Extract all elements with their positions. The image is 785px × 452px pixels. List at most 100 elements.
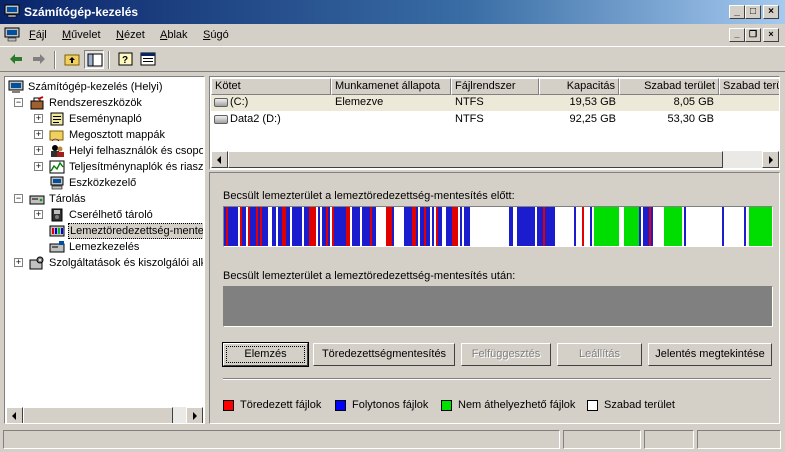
- disk-map-segment: [374, 207, 376, 246]
- disk-map-segment: [298, 207, 300, 246]
- disk-map-segment: [260, 207, 262, 246]
- expand-toggle[interactable]: +: [34, 162, 43, 171]
- tree-item-computer-management[interactable]: Számítógép-kezelés (Helyi): [8, 79, 203, 95]
- console-tree[interactable]: Számítógép-kezelés (Helyi) − Rendszeresz…: [4, 76, 205, 424]
- legend-label: Nem áthelyezhető fájlok: [458, 399, 576, 411]
- title-bar[interactable]: Számítógép-kezelés _ □ ×: [0, 0, 785, 24]
- volume-row-c[interactable]: (C:) Elemezve NTFS 19,53 GB 8,05 GB: [211, 95, 779, 111]
- tree-item-device-manager[interactable]: Eszközkezelő: [49, 175, 203, 191]
- column-header-capacity[interactable]: Kapacitás: [539, 78, 619, 95]
- tree-item-performance-logs[interactable]: Teljesítménynaplók és riasztás: [49, 159, 203, 175]
- forward-button[interactable]: [29, 50, 49, 69]
- disk-map-segment: [264, 207, 266, 246]
- tree-item-local-users[interactable]: Helyi felhasználók és csoporto: [49, 143, 203, 159]
- arrow-right-icon: [769, 156, 773, 164]
- disk-map-segment: [452, 207, 454, 246]
- status-pane: [644, 430, 694, 449]
- child-window-icon[interactable]: [4, 27, 20, 42]
- minimize-button[interactable]: _: [729, 5, 745, 19]
- show-hide-tree-button[interactable]: [84, 50, 104, 69]
- disk-map-segment: [340, 207, 342, 246]
- disk-map-segment: [338, 207, 340, 246]
- disk-map-segment: [304, 207, 306, 246]
- volume-row-d[interactable]: Data2 (D:) NTFS 92,25 GB 53,30 GB: [211, 112, 779, 128]
- scrollbar-thumb[interactable]: [228, 151, 723, 168]
- tree-item-event-viewer[interactable]: Eseménynapló: [49, 111, 203, 127]
- scroll-right-button[interactable]: [186, 407, 203, 423]
- up-one-level-button[interactable]: [62, 50, 82, 69]
- expand-toggle[interactable]: +: [34, 114, 43, 123]
- disk-map-segment: [248, 207, 250, 246]
- menu-help[interactable]: Súgó: [203, 29, 229, 41]
- toolbar: ?: [0, 46, 785, 72]
- disk-map-segment: [684, 207, 686, 246]
- disk-map-segment: [318, 207, 320, 246]
- computer-icon: [8, 80, 24, 93]
- help-button[interactable]: ?: [116, 50, 136, 69]
- expand-toggle[interactable]: +: [14, 258, 23, 267]
- disk-map-segment: [228, 207, 230, 246]
- child-minimize-button[interactable]: _: [729, 28, 745, 42]
- close-button[interactable]: ×: [763, 5, 779, 19]
- disk-map-segment: [525, 207, 527, 246]
- tree-item-disk-defragmenter[interactable]: Lemeztöredezettség-mentesítő: [49, 223, 203, 239]
- tree-item-system-tools[interactable]: Rendszereszközök: [29, 95, 203, 111]
- arrow-right-icon: [193, 412, 197, 420]
- volume-horizontal-scrollbar[interactable]: [211, 151, 779, 168]
- disk-map-segment: [547, 207, 549, 246]
- menu-file[interactable]: Fájl: [29, 29, 47, 41]
- back-button[interactable]: [6, 50, 26, 69]
- column-header-session-status[interactable]: Munkamenet állapota: [331, 78, 451, 95]
- tree-item-shared-folders[interactable]: Megosztott mappák: [49, 127, 203, 143]
- menu-view[interactable]: Nézet: [116, 29, 145, 41]
- toolbar-separator: [54, 51, 56, 69]
- column-header-volume[interactable]: Kötet: [211, 78, 331, 95]
- collapse-toggle[interactable]: −: [14, 98, 23, 107]
- disk-map-segment: [523, 207, 525, 246]
- scroll-right-button[interactable]: [762, 151, 779, 168]
- disk-map-segment: [643, 207, 645, 246]
- analyze-button[interactable]: Elemzés: [222, 342, 309, 367]
- volume-list[interactable]: Kötet Munkamenet állapota Fájlrendszer K…: [209, 76, 780, 170]
- column-header-free-space[interactable]: Szabad terület: [619, 78, 719, 95]
- stop-button[interactable]: Leállítás: [557, 343, 642, 366]
- child-close-button[interactable]: ×: [763, 28, 779, 42]
- before-label: Becsült lemezterület a lemeztöredezettsé…: [223, 190, 515, 202]
- menu-action[interactable]: Művelet: [62, 29, 101, 41]
- scrollbar-thumb[interactable]: [23, 407, 173, 423]
- scroll-left-button[interactable]: [211, 151, 228, 168]
- maximize-button[interactable]: □: [745, 5, 761, 19]
- volume-filesystem: NTFS: [455, 96, 484, 108]
- expand-toggle[interactable]: +: [34, 130, 43, 139]
- tree-item-storage[interactable]: Tárolás: [29, 191, 203, 207]
- expand-toggle[interactable]: +: [34, 146, 43, 155]
- disk-map-segment: [254, 207, 256, 246]
- volume-name: (C:): [230, 96, 249, 108]
- menu-bar: Fájl Művelet Nézet Ablak Súgó _ ❐ ×: [0, 24, 785, 46]
- defragment-button[interactable]: Töredezettségmentesítés: [313, 343, 455, 366]
- expand-toggle[interactable]: +: [34, 210, 43, 219]
- column-header-file-system[interactable]: Fájlrendszer: [451, 78, 539, 95]
- toolbar-separator: [108, 51, 110, 69]
- properties-button[interactable]: [138, 50, 158, 69]
- pause-button[interactable]: Felfüggesztés: [461, 343, 551, 366]
- scroll-left-button[interactable]: [6, 407, 23, 423]
- tree-item-label: Tárolás: [49, 193, 86, 205]
- volume-free-space: 8,05 GB: [673, 96, 714, 108]
- column-header-percent-free[interactable]: Szabad terület: [719, 78, 779, 95]
- disk-map-segment: [647, 207, 649, 246]
- users-icon: [51, 145, 64, 157]
- status-pane-main: [3, 430, 560, 449]
- tree-horizontal-scrollbar[interactable]: [6, 407, 203, 423]
- tree-item-removable-storage[interactable]: Cserélhető tároló: [49, 207, 203, 223]
- tree-item-disk-management[interactable]: Lemezkezelés: [49, 239, 203, 255]
- view-report-button[interactable]: Jelentés megtekintése: [648, 343, 772, 366]
- tree-item-services-applications[interactable]: Szolgáltatások és kiszolgálói alkal: [29, 255, 203, 271]
- collapse-toggle[interactable]: −: [14, 194, 23, 203]
- disk-map-segment: [590, 207, 592, 246]
- disk-map-segment: [541, 207, 543, 246]
- child-restore-button[interactable]: ❐: [745, 28, 761, 42]
- disk-map-segment: [358, 207, 360, 246]
- disk-map-segment: [414, 207, 416, 246]
- menu-window[interactable]: Ablak: [160, 29, 188, 41]
